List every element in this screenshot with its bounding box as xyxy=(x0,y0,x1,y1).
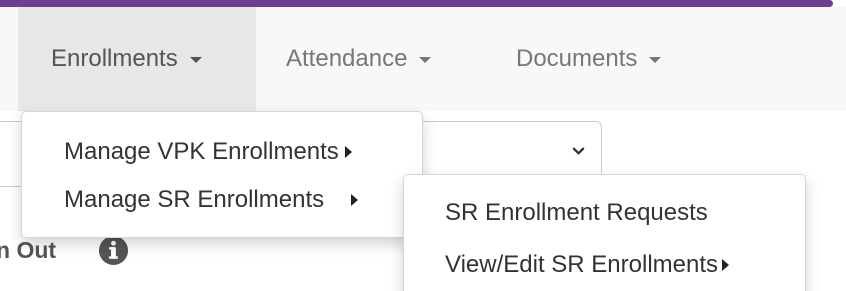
menu-item-label: Manage VPK Enrollments xyxy=(64,138,339,165)
nav-enrollments-label: Enrollments xyxy=(51,45,178,72)
sign-out-label: n Out xyxy=(0,236,57,263)
caret-down-icon xyxy=(189,57,202,63)
info-circle-icon[interactable] xyxy=(98,235,129,266)
main-navbar: Enrollments Attendance Documents xyxy=(0,7,846,111)
nav-enrollments[interactable]: Enrollments xyxy=(18,7,256,111)
menu-item-label: View/Edit SR Enrollments xyxy=(445,251,718,278)
caret-down-icon xyxy=(649,57,662,63)
menu-item-view-edit-sr-enrollments[interactable]: View/Edit SR Enrollments xyxy=(404,243,805,287)
enrollments-dropdown: Manage VPK Enrollments Manage SR Enrollm… xyxy=(21,111,423,238)
top-accent-bar xyxy=(0,0,833,7)
caret-down-icon xyxy=(419,57,432,63)
menu-item-label: SR Enrollment Requests xyxy=(445,199,708,226)
nav-attendance-label: Attendance xyxy=(286,45,408,72)
app-page: Enrollments Attendance Documents n Out M… xyxy=(0,0,846,291)
nav-documents-label: Documents xyxy=(516,45,638,72)
caret-right-icon xyxy=(351,194,359,206)
menu-item-manage-vpk-enrollments[interactable]: Manage VPK Enrollments xyxy=(22,130,422,174)
caret-right-icon xyxy=(722,259,729,271)
nav-documents[interactable]: Documents xyxy=(493,7,703,111)
nav-attendance[interactable]: Attendance xyxy=(263,7,473,111)
chevron-down-icon xyxy=(572,147,585,155)
sr-enrollments-submenu: SR Enrollment Requests View/Edit SR Enro… xyxy=(403,174,806,291)
menu-item-manage-sr-enrollments[interactable]: Manage SR Enrollments xyxy=(22,178,422,222)
menu-item-sr-enrollment-requests[interactable]: SR Enrollment Requests xyxy=(404,191,805,235)
caret-right-icon xyxy=(344,146,352,158)
menu-item-label: Manage SR Enrollments xyxy=(64,186,325,213)
